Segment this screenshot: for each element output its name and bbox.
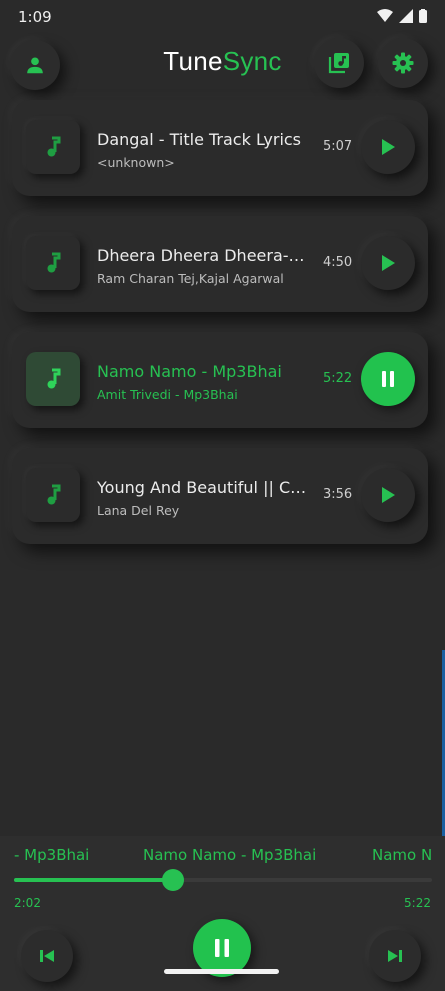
seek-bar-fill bbox=[14, 878, 173, 882]
signal-icon bbox=[399, 9, 413, 23]
app-header: TuneSync bbox=[0, 34, 445, 94]
app-title-part2: Sync bbox=[222, 46, 282, 76]
status-bar: 1:09 bbox=[0, 0, 445, 34]
song-thumbnail bbox=[26, 236, 80, 290]
play-button[interactable] bbox=[361, 236, 415, 290]
wifi-icon bbox=[377, 9, 393, 22]
play-button[interactable] bbox=[361, 468, 415, 522]
seek-bar[interactable] bbox=[14, 869, 432, 891]
now-playing-bar: - Mp3Bhai Namo Namo - Mp3Bhai Namo N 2:0… bbox=[0, 836, 445, 991]
settings-button[interactable] bbox=[378, 38, 428, 88]
previous-button[interactable] bbox=[21, 930, 73, 982]
song-card-active[interactable]: Namo Namo - Mp3Bhai Amit Trivedi - Mp3Bh… bbox=[12, 332, 428, 428]
total-time: 5:22 bbox=[404, 896, 431, 910]
song-title: Dangal - Title Track Lyrics bbox=[97, 130, 302, 149]
current-time: 2:02 bbox=[14, 896, 41, 910]
next-button[interactable] bbox=[369, 930, 421, 982]
song-duration: 4:50 bbox=[323, 255, 353, 270]
gear-icon bbox=[392, 52, 414, 74]
play-icon bbox=[382, 139, 395, 155]
song-card[interactable]: Young And Beautiful || Cover Lana Del Re… bbox=[12, 448, 428, 544]
marquee-next-text: Namo N bbox=[372, 846, 433, 864]
music-note-icon bbox=[47, 484, 61, 505]
song-thumbnail bbox=[26, 352, 80, 406]
song-duration: 5:07 bbox=[323, 139, 353, 154]
music-note-icon bbox=[47, 136, 61, 157]
now-playing-marquee: - Mp3Bhai Namo Namo - Mp3Bhai Namo N bbox=[0, 846, 445, 868]
pause-icon bbox=[382, 371, 394, 387]
song-card[interactable]: Dheera Dheera Dheera-Song Ram Charan Tej… bbox=[12, 216, 428, 312]
song-artist: Lana Del Rey bbox=[97, 503, 180, 518]
marquee-main-text: Namo Namo - Mp3Bhai bbox=[143, 846, 317, 864]
music-note-icon bbox=[47, 252, 61, 273]
play-icon bbox=[382, 487, 395, 503]
seek-bar-thumb[interactable] bbox=[161, 869, 184, 891]
app-title-part1: Tune bbox=[163, 46, 223, 76]
song-artist: Amit Trivedi - Mp3Bhai bbox=[97, 387, 238, 402]
library-button[interactable] bbox=[314, 38, 364, 88]
home-indicator[interactable] bbox=[164, 969, 279, 974]
song-title: Dheera Dheera Dheera-Song bbox=[97, 246, 312, 265]
battery-icon bbox=[419, 9, 427, 23]
music-library-icon bbox=[328, 53, 349, 74]
song-duration: 5:22 bbox=[323, 371, 353, 386]
play-icon bbox=[382, 255, 395, 271]
song-thumbnail bbox=[26, 120, 80, 174]
pause-icon bbox=[215, 939, 229, 957]
pause-button[interactable] bbox=[361, 352, 415, 406]
song-card[interactable]: Dangal - Title Track Lyrics <unknown> 5:… bbox=[12, 100, 428, 196]
song-artist: Ram Charan Tej,Kajal Agarwal bbox=[97, 271, 284, 286]
song-artist: <unknown> bbox=[97, 155, 175, 170]
song-duration: 3:56 bbox=[323, 487, 353, 502]
music-note-icon bbox=[47, 368, 61, 389]
song-title: Namo Namo - Mp3Bhai bbox=[97, 362, 282, 381]
status-time: 1:09 bbox=[18, 8, 52, 26]
song-title: Young And Beautiful || Cover bbox=[97, 478, 312, 497]
skip-previous-icon bbox=[40, 950, 54, 962]
marquee-prev-text: - Mp3Bhai bbox=[14, 846, 90, 864]
status-icons bbox=[377, 9, 427, 23]
play-button[interactable] bbox=[361, 120, 415, 174]
skip-next-icon bbox=[388, 950, 402, 962]
song-thumbnail bbox=[26, 468, 80, 522]
